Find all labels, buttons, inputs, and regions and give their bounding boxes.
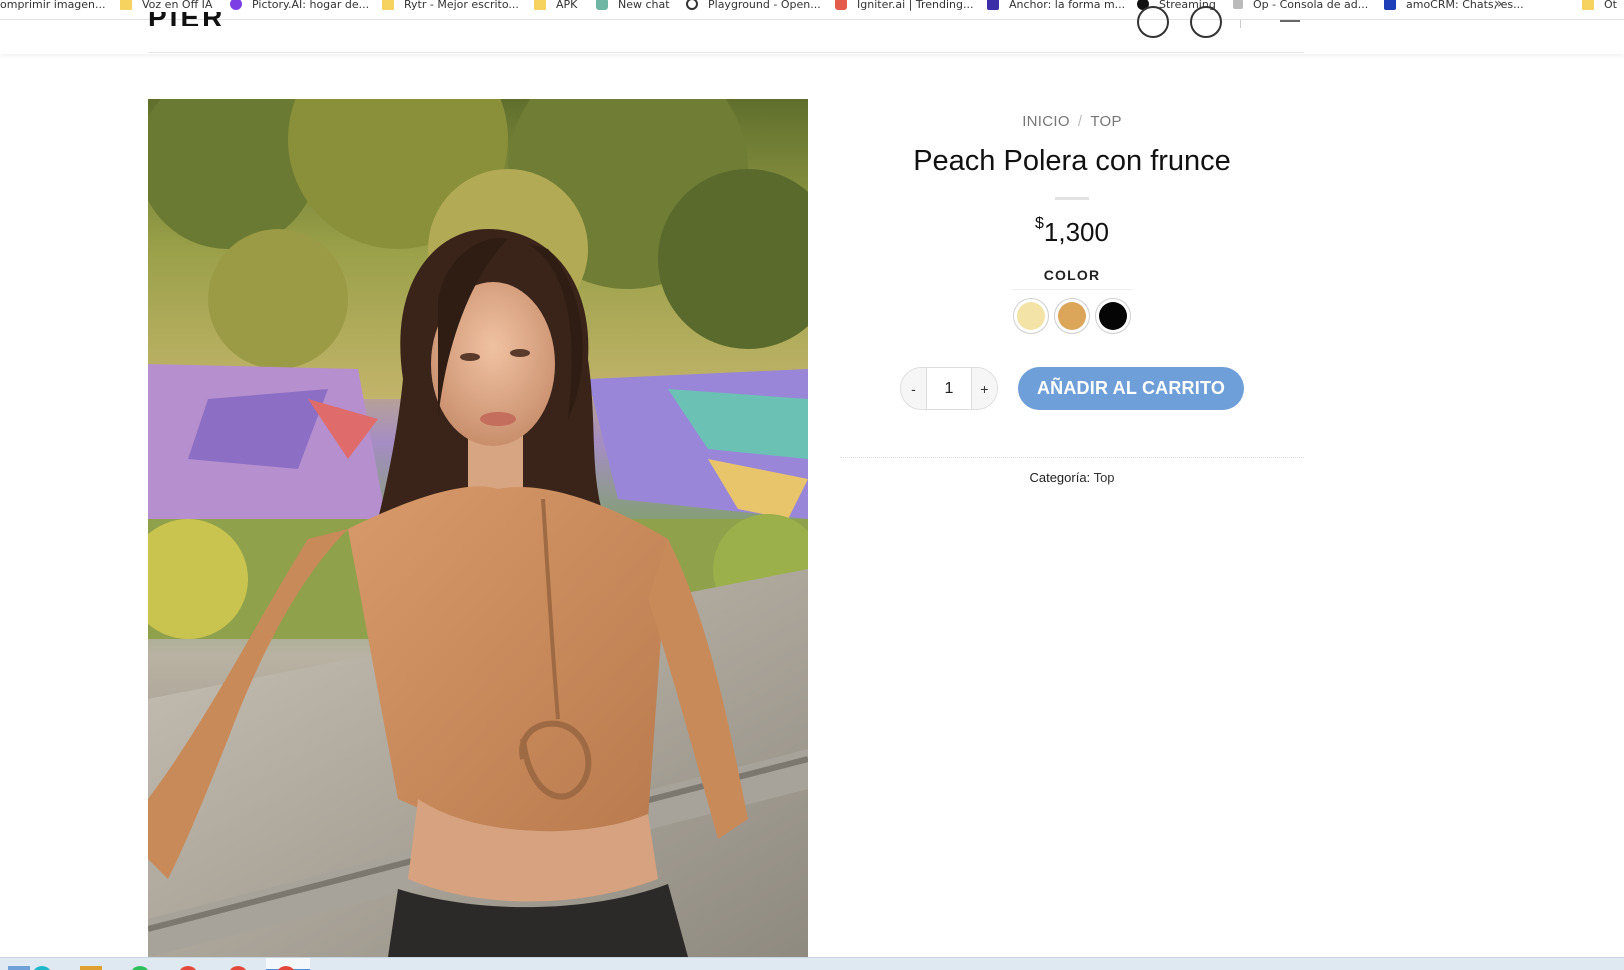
bookmarks-bar: omprimir imagen... Voz en Off IA Pictory… bbox=[0, 0, 1624, 20]
breadcrumb: INICIO / TOP bbox=[840, 113, 1304, 130]
quantity-stepper: - + bbox=[900, 367, 998, 410]
category-link[interactable]: Top bbox=[1094, 470, 1115, 485]
file-explorer-icon[interactable] bbox=[80, 966, 102, 970]
bookmark-label: Ot bbox=[1604, 0, 1617, 11]
bookmark-item[interactable]: Ot bbox=[1582, 0, 1617, 14]
bookmark-item[interactable]: Pictory.AI: hogar de... bbox=[230, 0, 369, 14]
anchor-icon bbox=[987, 0, 999, 10]
title-divider bbox=[1055, 197, 1089, 200]
breadcrumb-category-link[interactable]: TOP bbox=[1090, 113, 1121, 130]
product-meta: Categoría: Top bbox=[840, 470, 1304, 485]
whatsapp-icon[interactable] bbox=[130, 966, 150, 970]
pictory-icon bbox=[230, 0, 242, 10]
bookmark-item[interactable]: Rytr - Mejor escrito... bbox=[382, 0, 519, 14]
chatgpt-icon bbox=[596, 0, 608, 10]
site-header: PIER bbox=[0, 6, 1624, 54]
bookmark-label: Voz en Off IA bbox=[142, 0, 213, 11]
bookmark-item[interactable]: amoCRM: Chats, es... bbox=[1384, 0, 1524, 14]
folder-icon bbox=[534, 0, 546, 10]
quantity-increase-button[interactable]: + bbox=[972, 368, 997, 409]
bookmark-item[interactable]: omprimir imagen... bbox=[0, 0, 106, 14]
site-logo[interactable]: PIER bbox=[148, 12, 238, 26]
category-label: Categoría: bbox=[1029, 470, 1091, 485]
amocrm-icon bbox=[1384, 0, 1396, 10]
swatch-peach-dot bbox=[1058, 302, 1086, 330]
bookmark-label: APK bbox=[556, 0, 578, 11]
app-icon[interactable] bbox=[32, 966, 52, 970]
product-image[interactable] bbox=[148, 99, 808, 957]
folder-icon bbox=[382, 0, 394, 10]
chrome-icon[interactable] bbox=[178, 966, 198, 970]
folder-icon bbox=[1582, 0, 1594, 10]
swatch-peach[interactable] bbox=[1054, 298, 1090, 334]
bookmark-label: Playground - Open... bbox=[708, 0, 821, 11]
bookmark-label: New chat bbox=[618, 0, 670, 11]
bookmark-item[interactable]: Playground - Open... bbox=[686, 0, 821, 14]
color-label-underline bbox=[1012, 289, 1132, 290]
meta-divider bbox=[840, 457, 1304, 458]
swatch-black-dot bbox=[1099, 302, 1127, 330]
currency-symbol: $ bbox=[1035, 215, 1044, 232]
bookmark-label: Igniter.ai | Trending... bbox=[857, 0, 974, 11]
bookmark-label: Pictory.AI: hogar de... bbox=[252, 0, 370, 11]
bookmark-item[interactable]: New chat bbox=[596, 0, 670, 14]
bookmark-item[interactable]: Anchor: la forma m... bbox=[987, 0, 1125, 14]
header-bottom-line bbox=[148, 52, 1304, 53]
bookmark-label: Rytr - Mejor escrito... bbox=[404, 0, 519, 11]
swatch-black[interactable] bbox=[1095, 298, 1131, 334]
swatch-cream-dot bbox=[1017, 302, 1045, 330]
bookmark-label: omprimir imagen... bbox=[0, 0, 106, 11]
breadcrumb-separator: / bbox=[1077, 113, 1083, 130]
bookmark-label: Anchor: la forma m... bbox=[1009, 0, 1126, 11]
menu-icon[interactable] bbox=[1280, 20, 1300, 22]
price-amount: 1,300 bbox=[1043, 217, 1109, 247]
product-price: $1,300 bbox=[840, 215, 1304, 248]
color-label: COLOR bbox=[1043, 267, 1101, 283]
search-icon[interactable] bbox=[1137, 6, 1169, 38]
plug-icon bbox=[1233, 0, 1243, 9]
logo-mark: PIER bbox=[148, 12, 225, 26]
breadcrumb-home-link[interactable]: INICIO bbox=[1022, 113, 1070, 130]
folder-icon bbox=[120, 0, 132, 10]
quantity-input[interactable] bbox=[926, 368, 972, 409]
igniter-icon bbox=[835, 0, 847, 10]
taskbar bbox=[0, 957, 1624, 970]
bookmark-item[interactable]: APK bbox=[534, 0, 577, 14]
openai-icon bbox=[686, 0, 698, 10]
overflow-chevron-icon: » bbox=[1494, 0, 1503, 12]
quantity-decrease-button[interactable]: - bbox=[901, 368, 926, 409]
bookmark-item[interactable]: Op - Consola de ad... bbox=[1233, 0, 1368, 14]
windows-start-icon[interactable] bbox=[8, 966, 30, 970]
account-icon[interactable] bbox=[1190, 6, 1222, 38]
product-photo bbox=[148, 99, 808, 957]
add-to-cart-button[interactable]: AÑADIR AL CARRITO bbox=[1018, 367, 1244, 410]
chrome-icon[interactable] bbox=[228, 966, 248, 970]
bookmarks-overflow-button[interactable]: » bbox=[1494, 0, 1503, 14]
bookmark-label: Op - Consola de ad... bbox=[1253, 0, 1369, 11]
swatch-cream[interactable] bbox=[1013, 298, 1049, 334]
bookmark-label: amoCRM: Chats, es... bbox=[1406, 0, 1524, 11]
color-swatches bbox=[1013, 298, 1143, 334]
product-title: Peach Polera con frunce bbox=[913, 145, 1231, 177]
header-divider bbox=[1240, 20, 1241, 28]
bookmark-item[interactable]: Igniter.ai | Trending... bbox=[835, 0, 973, 14]
